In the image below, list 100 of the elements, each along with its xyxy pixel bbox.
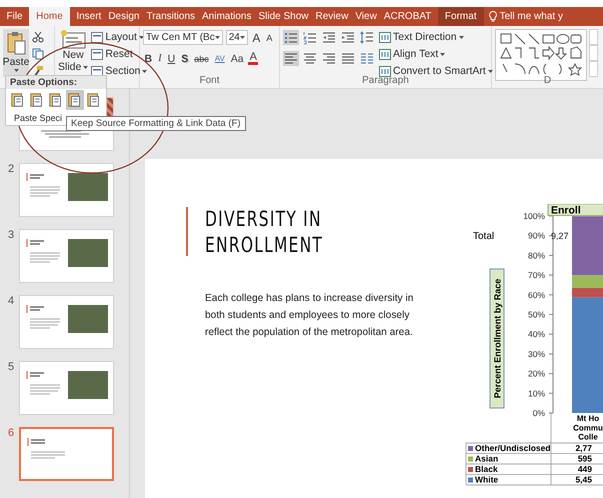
font-size-field[interactable]: 24 <box>226 30 248 45</box>
ribbon-tab[interactable]: Transitions <box>142 7 199 26</box>
bullets-icon[interactable] <box>283 30 299 45</box>
slide-thumbnail[interactable] <box>19 163 114 217</box>
table-value: 449 <box>578 464 592 474</box>
legend-label: Asian <box>475 454 498 464</box>
table-value: 2,77 <box>575 443 592 453</box>
chart-title: Enroll <box>551 204 581 216</box>
ribbon-tab[interactable]: Format <box>438 7 484 26</box>
group-label: Paragraph <box>362 75 409 86</box>
character-spacing-button[interactable]: AV <box>213 54 226 63</box>
smartart-icon <box>379 66 391 76</box>
slide-title: DIVERSITY IN ENROLLMENT <box>205 206 324 258</box>
axis-tick-label: 40% <box>528 329 545 340</box>
ribbon-tab[interactable]: Insert <box>72 7 105 26</box>
group-label: D <box>544 75 552 86</box>
photo-placeholder <box>68 371 108 399</box>
outdent-icon[interactable] <box>321 30 337 45</box>
text-option-button[interactable]: Text Direction <box>379 30 493 44</box>
slide-thumbnail[interactable] <box>19 229 114 283</box>
indent-icon[interactable] <box>340 30 356 45</box>
font-name-field[interactable]: Tw Cen MT (Bc <box>143 30 223 45</box>
photo-placeholder <box>68 305 108 333</box>
legend-label: Other/Undisclosed <box>475 443 551 453</box>
group-label: Font <box>199 75 220 86</box>
slide-number: 2 <box>8 163 14 175</box>
align-right-icon[interactable] <box>321 51 337 66</box>
caret-icon <box>83 66 88 68</box>
align-center-icon[interactable] <box>302 51 318 66</box>
ribbon-tab[interactable]: File <box>3 7 26 26</box>
bold-button[interactable]: B <box>143 52 154 64</box>
tooltip: Keep Source Formatting & Link Data (F) <box>66 116 246 131</box>
ribbon-tab[interactable]: Home <box>29 7 70 26</box>
axis-tick-label: 0% <box>532 408 545 418</box>
axis-tick-label: 60% <box>528 290 545 300</box>
category-label: Commu <box>573 423 603 432</box>
align-justify-icon[interactable] <box>340 51 356 66</box>
slide-number: 6 <box>8 427 14 439</box>
axis-tick-label: 70% <box>528 270 545 280</box>
underline-button[interactable]: U <box>166 52 177 64</box>
strikethrough-button[interactable]: abc <box>192 54 210 64</box>
y-axis-title: Percent Enrollment by Race <box>492 278 502 398</box>
align-left-icon[interactable] <box>283 51 299 66</box>
spacing-icon[interactable] <box>359 30 375 45</box>
copy-icon[interactable] <box>32 48 44 60</box>
italic-button[interactable]: I <box>156 53 164 64</box>
decrease-font-size-button[interactable]: A <box>264 32 274 42</box>
align-columns-icon[interactable] <box>359 51 375 66</box>
text-direction-icon <box>379 32 391 42</box>
slide-body-text: Each college has plans to increase diversity in both students and employees to more closely reflect the population of the metropolitan area. <box>205 292 414 340</box>
text-option-button[interactable]: Align Text <box>379 47 493 61</box>
y-axis-title: Percent Enrollment by Race <box>490 268 504 408</box>
slide-number: 4 <box>8 295 14 307</box>
table-value: 5,45 <box>575 474 592 484</box>
slide-thumbnail[interactable] <box>19 361 114 415</box>
caret-icon <box>214 36 220 39</box>
category-label: Colle <box>578 432 598 442</box>
axis-tick-label: 20% <box>528 368 545 379</box>
ribbon-tab[interactable]: Slide Show <box>254 7 312 26</box>
format-painter-icon[interactable] <box>32 65 44 77</box>
increase-font-size-button[interactable]: A <box>250 30 262 44</box>
clipboard-icon <box>6 31 26 55</box>
legend-label: Black <box>475 464 498 474</box>
new-slide-icon <box>60 29 86 49</box>
numbering-icon[interactable] <box>302 30 318 45</box>
lightbulb-icon <box>488 11 497 22</box>
paste-option-icon[interactable] <box>66 90 84 110</box>
ribbon-tab[interactable]: View <box>352 7 380 26</box>
caret-icon <box>14 69 18 72</box>
photo-placeholder <box>68 239 108 267</box>
ribbon-tab[interactable]: ACROBAT <box>380 7 435 26</box>
paste-button[interactable]: Paste <box>3 29 29 77</box>
menu-header: Paste Options: <box>6 76 106 89</box>
ribbon-tab[interactable]: Animations <box>198 7 255 26</box>
align-text-icon <box>379 48 391 60</box>
axis-tick-label: 50% <box>528 310 545 320</box>
total-label: Total <box>473 231 494 242</box>
cut-icon[interactable] <box>32 31 44 43</box>
legend-label: White <box>475 474 498 484</box>
axis-tick-label: 100% <box>523 211 545 221</box>
ribbon-tab[interactable]: Design <box>104 7 143 26</box>
slide-number: 5 <box>8 361 14 373</box>
caret-icon <box>240 36 245 39</box>
shadow-button[interactable]: S <box>180 52 190 64</box>
table-value: 595 <box>578 454 592 464</box>
axis-tick-label: 90% <box>528 230 545 241</box>
ribbon-tab[interactable]: Review <box>312 7 352 26</box>
axis-tick-label: 10% <box>528 388 545 398</box>
chart-title: Enroll <box>548 204 603 216</box>
paste-special-item[interactable]: Paste Speci <box>14 113 62 123</box>
slide-thumbnail[interactable] <box>19 295 114 349</box>
data-label: 9,27 <box>551 231 569 241</box>
category-label: Mt Ho <box>576 414 600 423</box>
change-case-button[interactable]: Aa <box>229 52 246 64</box>
axis-tick-label: 80% <box>528 250 545 260</box>
font-color-button[interactable]: A <box>248 52 258 65</box>
tell-me-search[interactable]: Tell me what y <box>500 11 563 22</box>
layout-icon <box>91 32 104 42</box>
photo-placeholder <box>68 173 108 201</box>
slide-thumbnail[interactable] <box>19 427 114 481</box>
